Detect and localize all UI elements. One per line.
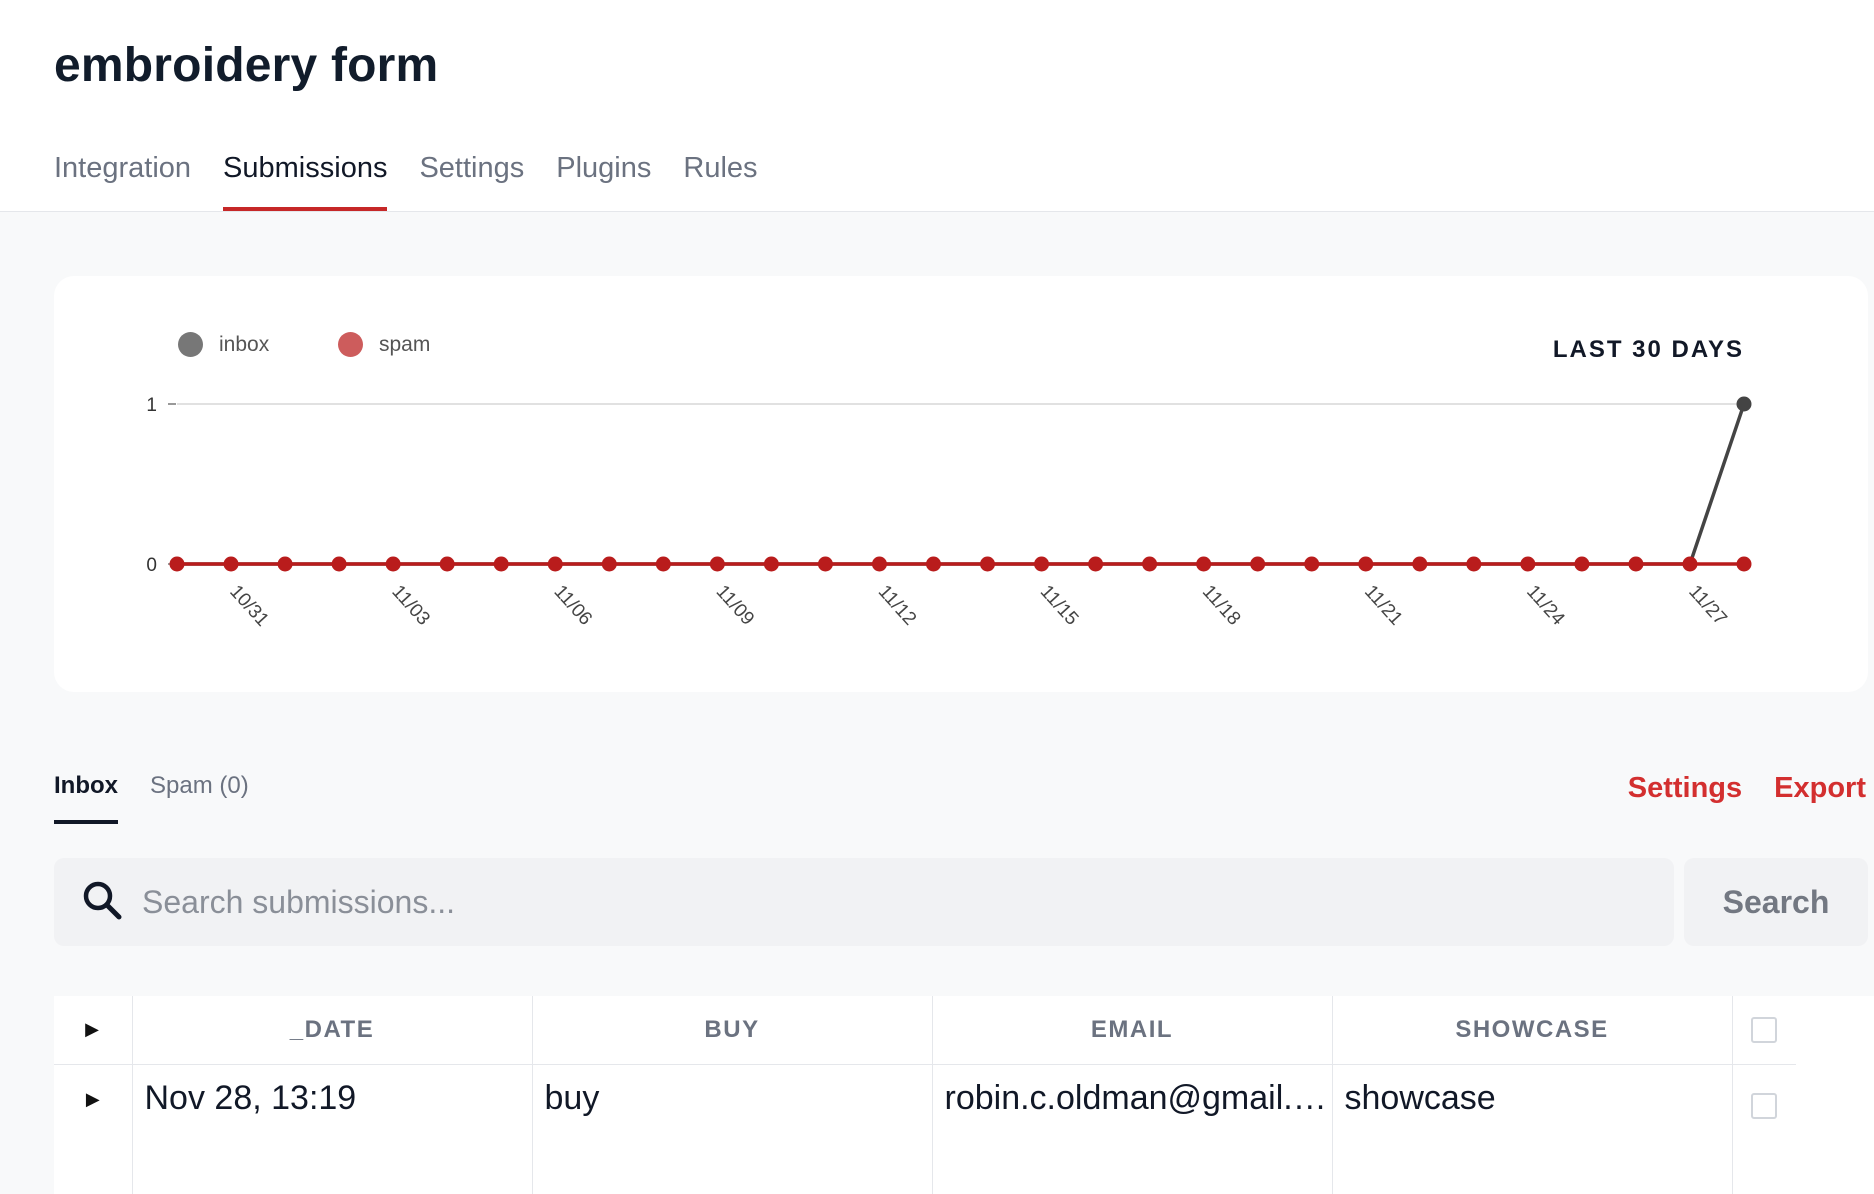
tab-integration[interactable]: Integration	[54, 150, 191, 211]
column-header-buy[interactable]: BUY	[532, 996, 933, 1065]
data-point-spam	[277, 556, 293, 572]
legend-inbox[interactable]: inbox	[178, 332, 269, 357]
x-tick-label: 11/12	[874, 581, 920, 629]
column-header-email[interactable]: EMAIL	[932, 996, 1333, 1065]
legend-inbox-swatch	[178, 332, 203, 357]
column-header-showcase[interactable]: SHOWCASE	[1332, 996, 1733, 1065]
data-point-spam	[1250, 556, 1266, 572]
play-triangle-icon: ▶	[85, 1088, 100, 1109]
cell-showcase: showcase	[1332, 1064, 1733, 1194]
cell-date: Nov 28, 13:19	[132, 1064, 533, 1194]
tab-spam[interactable]: Spam (0)	[150, 772, 249, 824]
chart-range-label: LAST 30 DAYS	[1552, 336, 1744, 363]
data-point-spam	[169, 556, 185, 572]
submission-tabs: Inbox Spam (0)	[54, 772, 249, 824]
select-all-cell	[1732, 996, 1796, 1065]
data-point-spam	[1736, 556, 1752, 572]
search-input[interactable]	[142, 883, 1642, 921]
search-icon	[80, 878, 124, 927]
page-title: embroidery form	[54, 39, 439, 92]
submissions-chart-card: 0 1 10/31 11/03 11/06 11/09 11/12 11/15 11/18 11/…	[54, 276, 1868, 692]
data-point-spam	[1358, 556, 1374, 572]
export-link[interactable]: Export	[1774, 772, 1866, 805]
data-point-spam	[385, 556, 401, 572]
legend-spam[interactable]: spam	[338, 332, 430, 357]
data-point-spam	[1412, 556, 1428, 572]
data-point-spam	[439, 556, 455, 572]
x-tick-label: 11/15	[1036, 581, 1082, 629]
submissions-table: ▶ _DATE BUY EMAIL SHOWCASE ▶ Nov 28, 13:…	[54, 996, 1796, 1194]
data-point-spam	[601, 556, 617, 572]
x-tick-label: 11/06	[550, 581, 596, 629]
data-point-spam	[1466, 556, 1482, 572]
tab-submissions[interactable]: Submissions	[223, 150, 388, 211]
data-point-spam	[547, 556, 563, 572]
x-tick-label: 11/21	[1360, 581, 1406, 629]
data-point-spam	[1682, 556, 1698, 572]
data-point-spam	[1628, 556, 1644, 572]
search-bar	[54, 858, 1674, 946]
x-tick-label: 11/27	[1684, 581, 1730, 629]
x-tick-label: 11/09	[712, 581, 758, 629]
data-point-spam	[223, 556, 239, 572]
x-tick-label: 11/24	[1522, 581, 1569, 630]
row-select-cell	[1732, 1064, 1796, 1194]
cell-buy: buy	[532, 1064, 933, 1194]
data-point-spam	[980, 556, 996, 572]
tab-settings[interactable]: Settings	[419, 150, 524, 211]
data-point-spam	[709, 556, 725, 572]
tab-rules[interactable]: Rules	[683, 150, 757, 211]
data-point-spam	[817, 556, 833, 572]
series-line-inbox	[177, 403, 1746, 566]
data-point-spam	[1088, 556, 1104, 572]
submission-actions: Settings Export	[1628, 772, 1866, 805]
data-point-spam	[1142, 556, 1158, 572]
x-tick-label: 11/18	[1198, 581, 1244, 629]
data-point-spam	[1520, 556, 1536, 572]
tab-plugins[interactable]: Plugins	[556, 150, 651, 211]
y-tick-label: 0	[146, 555, 157, 576]
tab-inbox[interactable]: Inbox	[54, 772, 118, 824]
legend-inbox-label: inbox	[219, 332, 270, 356]
data-point-spam	[925, 556, 941, 572]
data-point-spam	[1574, 556, 1590, 572]
table-row[interactable]: ▶ Nov 28, 13:19 buy robin.c.oldman@gmail…	[54, 1064, 1796, 1194]
data-point-spam	[493, 556, 509, 572]
row-checkbox[interactable]	[1751, 1092, 1778, 1119]
data-point-inbox	[1736, 396, 1752, 412]
submissions-table-wrap: ▶ _DATE BUY EMAIL SHOWCASE ▶ Nov 28, 13:…	[54, 996, 1874, 1194]
row-expand-toggle[interactable]: ▶	[54, 1064, 133, 1194]
data-point-spam	[1034, 556, 1050, 572]
data-point-spam	[331, 556, 347, 572]
page-header: embroidery form Integration Submissions …	[0, 0, 1874, 212]
data-point-spam	[655, 556, 671, 572]
data-point-spam	[1196, 556, 1212, 572]
table-header-row: ▶ _DATE BUY EMAIL SHOWCASE	[54, 996, 1796, 1065]
y-tick-label: 1	[146, 395, 157, 416]
legend-spam-swatch	[338, 332, 363, 357]
data-point-spam	[763, 556, 779, 572]
settings-link[interactable]: Settings	[1628, 772, 1742, 805]
data-point-spam	[871, 556, 887, 572]
column-header-date[interactable]: _DATE	[132, 996, 533, 1065]
search-button[interactable]: Search	[1684, 858, 1868, 946]
select-all-checkbox[interactable]	[1751, 1017, 1778, 1044]
legend-spam-label: spam	[379, 332, 431, 356]
x-tick-label: 10/31	[225, 581, 272, 630]
form-tabs: Integration Submissions Settings Plugins…	[54, 150, 758, 211]
data-point-spam	[1304, 556, 1320, 572]
cell-email: robin.c.oldman@gmail.…	[932, 1064, 1333, 1194]
x-tick-label: 11/03	[387, 581, 433, 629]
play-triangle-icon: ▶	[85, 1019, 101, 1040]
expand-all-toggle[interactable]: ▶	[54, 996, 133, 1065]
